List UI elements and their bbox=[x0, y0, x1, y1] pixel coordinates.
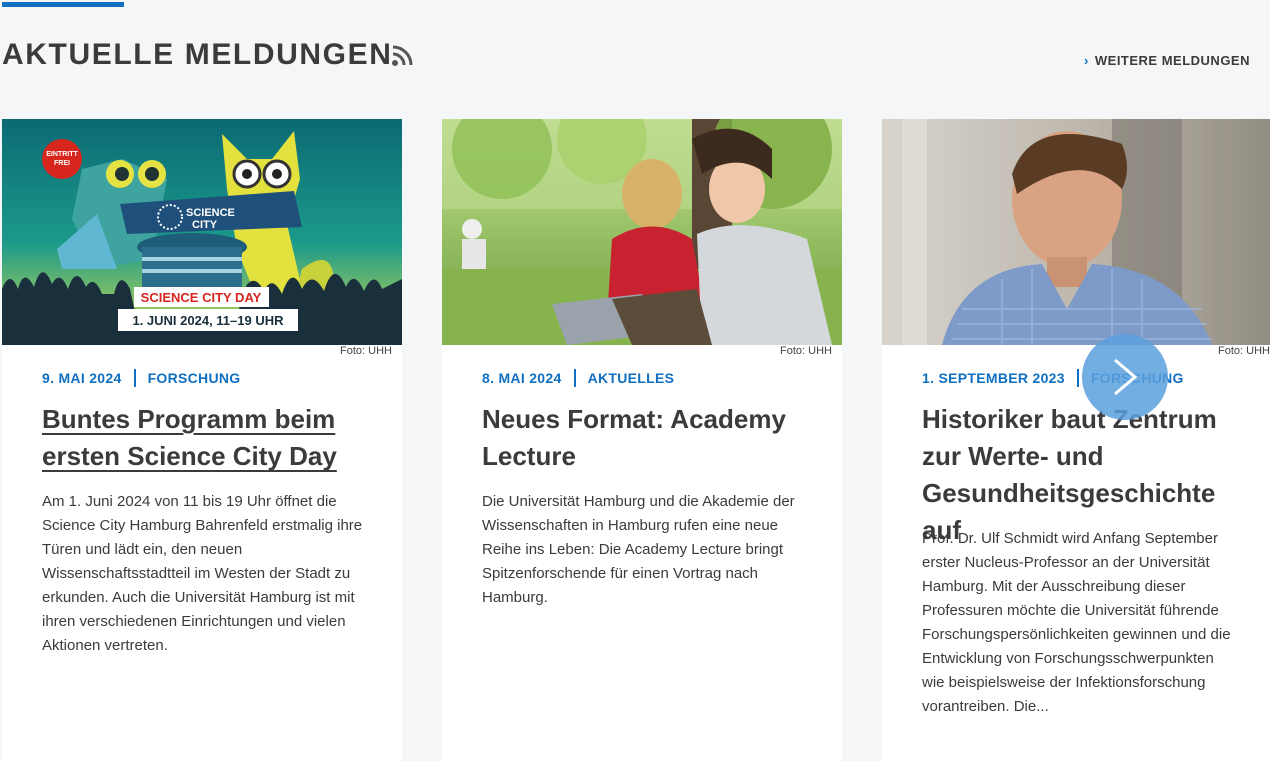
news-card[interactable]: Foto: UHH 1. SEPTEMBER 2023FORSCHUNG His… bbox=[882, 119, 1270, 761]
news-date: 9. MAI 2024 bbox=[42, 370, 122, 386]
news-image[interactable] bbox=[882, 119, 1270, 345]
meta-divider bbox=[573, 369, 576, 387]
news-meta: 8. MAI 2024 AKTUELLES bbox=[482, 369, 674, 387]
news-excerpt: Die Universität Hamburg und die Akademie… bbox=[482, 493, 795, 606]
carousel-next-button[interactable] bbox=[1082, 334, 1168, 420]
section-accent-bar bbox=[2, 2, 124, 7]
photo-credit: Foto: UHH bbox=[1218, 345, 1270, 357]
news-image[interactable] bbox=[442, 119, 842, 345]
svg-text:EINTRITT: EINTRITT bbox=[46, 151, 78, 158]
svg-text:FREI: FREI bbox=[54, 160, 70, 167]
chevron-right-icon bbox=[1114, 358, 1138, 396]
news-card[interactable]: Foto: UHH 8. MAI 2024 AKTUELLES Neues For… bbox=[442, 119, 842, 761]
svg-text:SCIENCE: SCIENCE bbox=[186, 207, 235, 219]
svg-text:SCIENCE CITY DAY: SCIENCE CITY DAY bbox=[141, 290, 262, 305]
news-category[interactable]: FORSCHUNG bbox=[148, 370, 241, 386]
news-date: 1. SEPTEMBER 2023 bbox=[922, 370, 1065, 386]
photo-credit: Foto: UHH bbox=[780, 345, 832, 357]
chevron-right-icon: › bbox=[1084, 53, 1089, 68]
rss-icon[interactable] bbox=[391, 45, 413, 67]
more-news-label: WEITERE MELDUNGEN bbox=[1094, 53, 1250, 68]
news-meta: 9. MAI 2024 FORSCHUNG bbox=[42, 369, 240, 387]
news-date: 8. MAI 2024 bbox=[482, 370, 562, 386]
news-card[interactable]: SCIENCE CITY EINTRITT FREI SCIENCE CITY … bbox=[2, 119, 402, 761]
more-news-link[interactable]: › WEITERE MELDUNGEN bbox=[1084, 53, 1250, 68]
news-excerpt: Prof. Dr. Ulf Schmidt wird Anfang Septem… bbox=[922, 530, 1231, 715]
news-excerpt: Am 1. Juni 2024 von 11 bis 19 Uhr öffnet… bbox=[42, 493, 363, 654]
news-title-link[interactable]: Buntes Programm beim ersten Science City… bbox=[42, 401, 372, 475]
meta-divider bbox=[133, 369, 136, 387]
news-image[interactable]: SCIENCE CITY EINTRITT FREI SCIENCE CITY … bbox=[2, 119, 402, 345]
svg-text:CITY: CITY bbox=[192, 219, 218, 231]
meta-divider bbox=[1076, 369, 1079, 387]
news-title-link[interactable]: Neues Format: Academy Lecture bbox=[482, 401, 812, 475]
section-title: AKTUELLE MELDUNGEN bbox=[2, 38, 393, 71]
svg-text:1. JUNI 2024, 11–19 UHR: 1. JUNI 2024, 11–19 UHR bbox=[132, 313, 284, 328]
news-category[interactable]: AKTUELLES bbox=[588, 370, 675, 386]
photo-credit: Foto: UHH bbox=[340, 345, 392, 357]
